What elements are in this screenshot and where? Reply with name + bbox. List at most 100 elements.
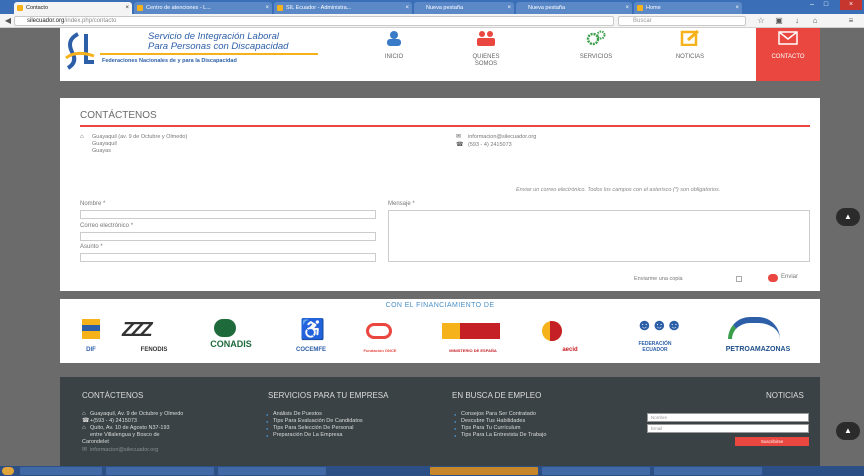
sponsor-dif-logo[interactable]: DIF	[78, 317, 104, 353]
close-tab-icon[interactable]: ×	[405, 2, 409, 14]
message-label: Mensaje *	[388, 201, 415, 207]
scroll-to-top-button[interactable]: ▲	[836, 422, 860, 440]
logo-subtitle: Federaciones Nacionales de y para la Dis…	[102, 58, 237, 64]
subscribe-button[interactable]: Suscribirse	[735, 437, 809, 446]
maximize-window-icon[interactable]: □	[820, 0, 832, 10]
footer-address-3: entre Villalengua y Bosco de	[90, 432, 160, 438]
footer-link[interactable]: Tips Para Selección De Personal	[266, 425, 354, 432]
scroll-to-top-button[interactable]: ▲	[836, 208, 860, 226]
envelope-icon: ✉	[82, 447, 88, 453]
browser-tab[interactable]: SIL Ecuador - Administra... ×	[274, 2, 412, 14]
taskbar-item[interactable]	[218, 467, 326, 475]
nav-item-inicio[interactable]: INICIO	[362, 28, 426, 81]
site-favicon-icon	[277, 5, 283, 11]
footer-address-4: Carondelet	[82, 439, 109, 445]
sponsor-ministerio-logo[interactable]: MINISTERIO DE ESPAÑA	[440, 317, 506, 353]
sponsor-conadis-logo[interactable]: CONADIS	[200, 317, 262, 353]
browser-tab-contacto[interactable]: Contacto ×	[14, 2, 132, 14]
start-button-icon[interactable]	[2, 467, 14, 475]
address-block: ⌂ Guayaquil (av. 9 de Octubre y Olmedo) …	[80, 134, 188, 154]
sponsor-federacion-ecuador-logo[interactable]: ☻☻☻ FEDERACIÓN ECUADOR	[626, 317, 684, 353]
email-label: Correo electrónico *	[80, 223, 134, 229]
logo-title-line2: Para Personas con Discapacidad	[148, 41, 289, 52]
taskbar-item[interactable]	[654, 467, 762, 475]
browser-search-input[interactable]: Buscar	[618, 16, 746, 26]
close-tab-icon[interactable]: ×	[507, 2, 511, 14]
site-favicon-icon	[17, 5, 23, 11]
footer-link[interactable]: Tips Para Tu Currículum	[454, 425, 520, 432]
newsletter-name-input[interactable]: Nombre	[647, 413, 809, 422]
nav-item-servicios[interactable]: SERVICIOS	[564, 28, 628, 81]
form-hint: Enviar un correo electrónico. Todos los …	[516, 187, 721, 193]
subject-field[interactable]	[80, 253, 376, 262]
browser-nav-bar: ◀ silecuador.org/index.php/contacto Busc…	[0, 14, 864, 28]
bookmarks-icon[interactable]: ▣	[774, 16, 784, 26]
email-info[interactable]: ✉ informacion@silecuador.org	[456, 134, 536, 141]
taskbar-item[interactable]	[542, 467, 650, 475]
download-icon[interactable]: ↓	[792, 16, 802, 26]
back-icon[interactable]: ◀	[3, 16, 13, 26]
footer-contact-title: CONTÁCTENOS	[82, 391, 144, 400]
menu-icon[interactable]: ≡	[846, 16, 856, 26]
browser-tab[interactable]: Nueva pestaña ×	[516, 2, 632, 14]
browser-tab[interactable]: Nueva pestaña ×	[414, 2, 514, 14]
email-field[interactable]	[80, 232, 376, 241]
bookmark-star-icon[interactable]: ☆	[756, 16, 766, 26]
footer-link[interactable]: Tips Para La Entrevista De Trabajo	[454, 432, 546, 439]
minimize-window-icon[interactable]: –	[806, 0, 818, 10]
name-field[interactable]	[80, 210, 376, 219]
os-taskbar	[0, 466, 864, 476]
site-favicon-icon	[637, 5, 643, 11]
gears-icon	[586, 30, 606, 46]
address-bar[interactable]: silecuador.org/index.php/contacto	[14, 16, 614, 26]
close-tab-icon[interactable]: ×	[265, 2, 269, 14]
footer-news-title: NOTICIAS	[766, 391, 804, 400]
contact-section: CONTÁCTENOS ⌂ Guayaquil (av. 9 de Octubr…	[60, 98, 820, 291]
phone-info: ☎ (593 - 4) 2415073	[456, 142, 512, 148]
newsletter-email-input[interactable]: Email	[647, 424, 809, 433]
footer-link[interactable]: Descubre Tus Habilidades	[454, 418, 525, 425]
page-gap	[60, 81, 820, 98]
browser-tab[interactable]: Home ×	[634, 2, 742, 14]
taskbar-item[interactable]	[20, 467, 102, 475]
taskbar-item[interactable]	[106, 467, 214, 475]
footer-phone: ☎ +(593 - 4) 2415073	[82, 418, 137, 424]
close-window-icon[interactable]: ×	[840, 0, 862, 10]
taskbar-item-active[interactable]	[430, 467, 538, 475]
nav-item-noticias[interactable]: NOTICIAS	[658, 28, 722, 81]
phone-icon: ☎	[82, 418, 90, 424]
copy-checkbox[interactable]	[736, 276, 742, 282]
phone-icon: ☎	[456, 142, 464, 148]
close-tab-icon[interactable]: ×	[735, 2, 739, 14]
envelope-icon: ✉	[456, 134, 462, 140]
send-button[interactable]: Enviar	[768, 274, 798, 282]
site-header: Servicio de Integración Laboral Para Per…	[60, 28, 820, 81]
footer-link[interactable]: Consejos Para Ser Contratado	[454, 411, 536, 418]
close-tab-icon[interactable]: ×	[625, 2, 629, 14]
footer-address-2: ⌂ Quito, Av. 10 de Agosto N37-193	[82, 425, 170, 431]
person-icon	[387, 31, 401, 46]
envelope-icon	[778, 31, 798, 45]
sil-logo-icon[interactable]	[64, 32, 96, 70]
nav-item-contacto[interactable]: CONTACTO	[756, 28, 820, 81]
home-icon: ⌂	[80, 134, 84, 140]
page-gap	[60, 291, 820, 299]
footer-email[interactable]: ✉ informacion@silecuador.org	[82, 447, 158, 454]
nav-item-quienes-somos[interactable]: QUIENES SOMOS	[454, 28, 518, 81]
browser-tab[interactable]: Centro de atenciones - L... ×	[134, 2, 272, 14]
footer-link[interactable]: Tips Para Evaluación De Candidatos	[266, 418, 363, 425]
sponsor-cocemfe-logo[interactable]: ♿ COCEMFE	[278, 317, 344, 353]
footer-link[interactable]: Preparación De La Empresa	[266, 432, 342, 439]
edit-icon	[680, 30, 700, 46]
page-gap	[60, 363, 820, 377]
message-field[interactable]	[388, 210, 810, 262]
home-icon[interactable]: ⌂	[810, 16, 820, 26]
sponsor-aecid-logo[interactable]: aecid	[540, 317, 600, 353]
sponsor-petroamazonas-logo[interactable]: PETROAMAZONAS	[702, 317, 814, 353]
close-tab-icon[interactable]: ×	[125, 2, 129, 14]
sponsor-fenodis-logo[interactable]: ZZZ FENODIS	[114, 317, 194, 353]
sponsor-fundacion-once-logo[interactable]: Fundación ONCE	[356, 317, 404, 353]
footer-link[interactable]: Análisis De Puestos	[266, 411, 322, 418]
home-icon: ⌂	[82, 425, 86, 431]
home-icon: ⌂	[82, 411, 86, 417]
